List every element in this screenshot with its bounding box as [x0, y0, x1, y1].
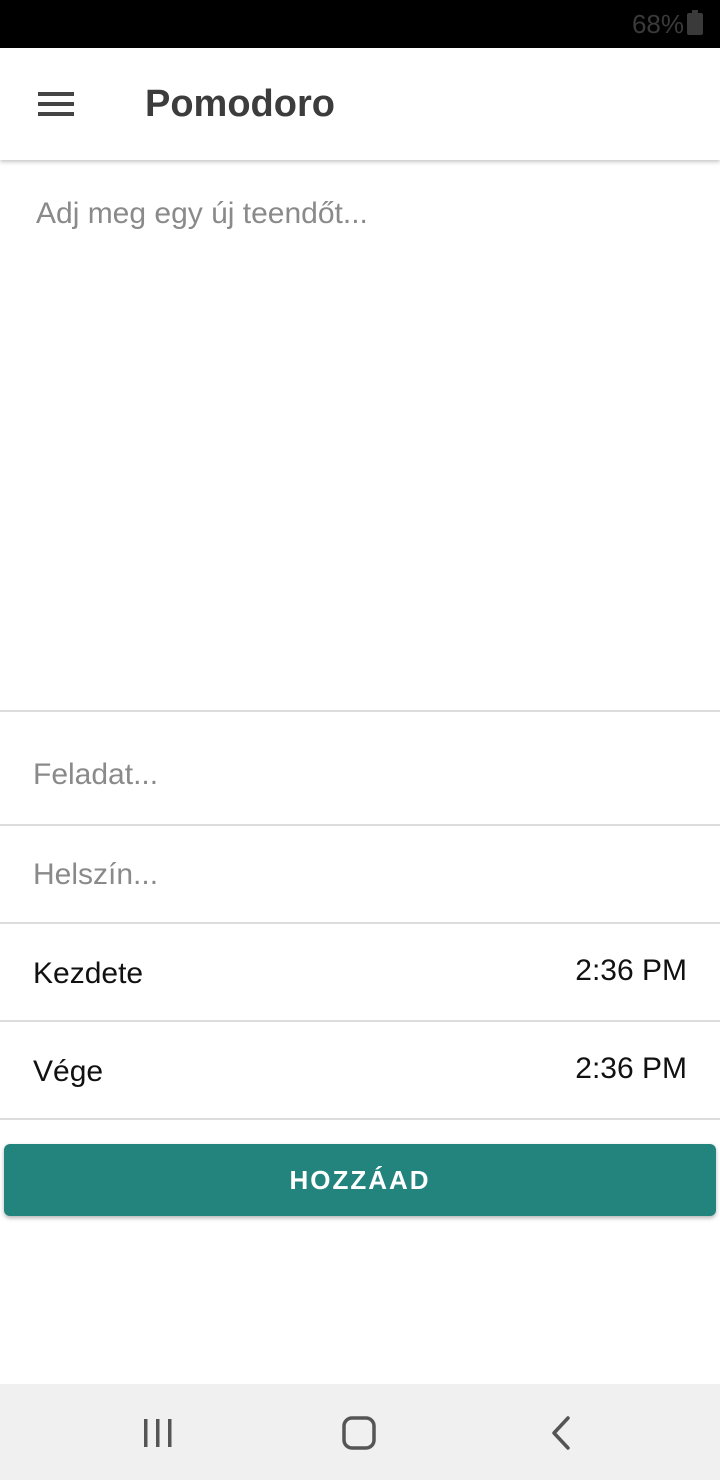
- task-field-row: [0, 712, 720, 826]
- recents-button[interactable]: [128, 1406, 188, 1458]
- app-title: Pomodoro: [145, 83, 335, 125]
- add-button[interactable]: HOZZÁAD: [4, 1144, 716, 1216]
- back-icon: [552, 1416, 570, 1450]
- end-time-value: 2:36 PM: [575, 1052, 687, 1085]
- back-button[interactable]: [530, 1406, 590, 1458]
- home-icon: [342, 1416, 376, 1450]
- navigation-bar: [0, 1384, 720, 1480]
- location-field-row: [0, 826, 720, 924]
- status-bar: 68%: [0, 0, 720, 48]
- app-bar: Pomodoro: [0, 48, 720, 160]
- battery-icon: [687, 10, 703, 35]
- start-time-value: 2:36 PM: [575, 954, 687, 987]
- todo-textarea[interactable]: [0, 160, 720, 712]
- menu-button[interactable]: [30, 82, 82, 126]
- end-time-row[interactable]: Vége 2:36 PM: [0, 1022, 720, 1120]
- task-input[interactable]: [0, 712, 720, 824]
- start-time-row[interactable]: Kezdete 2:36 PM: [0, 924, 720, 1022]
- battery-percentage: 68%: [631, 9, 684, 39]
- location-input[interactable]: [0, 826, 720, 922]
- home-button[interactable]: [329, 1406, 389, 1458]
- start-label: Kezdete: [33, 957, 144, 990]
- recents-icon: [144, 1419, 172, 1447]
- end-label: Vége: [33, 1055, 104, 1088]
